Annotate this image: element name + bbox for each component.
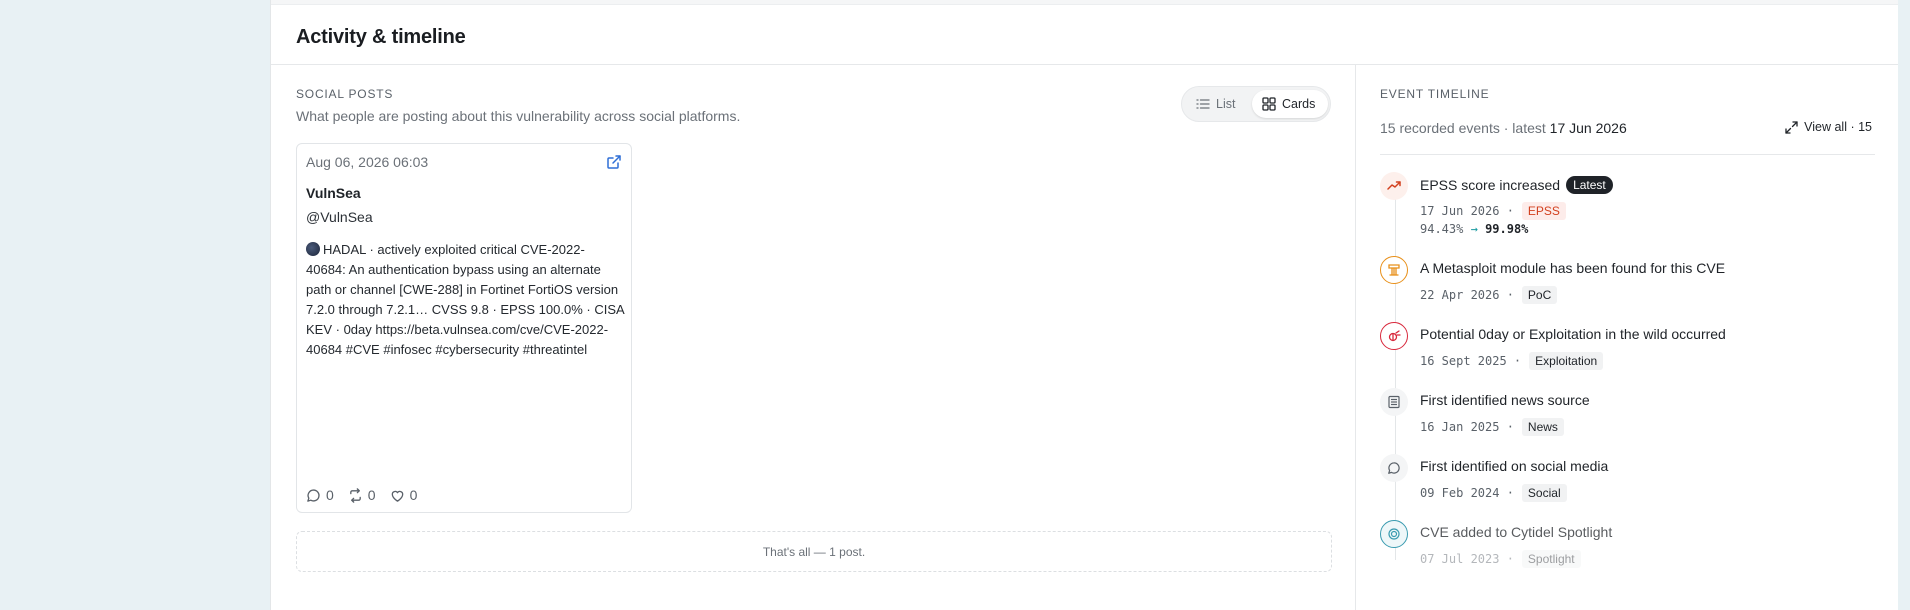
- like-count: 0: [409, 487, 418, 503]
- event-tag: PoC: [1521, 286, 1558, 304]
- post-actions: 0 0 0: [306, 487, 417, 503]
- list-view-label: List: [1216, 97, 1236, 111]
- event-tag: Social: [1521, 484, 1567, 502]
- post-body: HADAL · actively exploited critical CVE-…: [306, 240, 624, 360]
- post-date: Aug 06, 2026 06:03: [306, 154, 429, 170]
- event-meta: 09 Feb 2024 · Social: [1420, 484, 1567, 502]
- event-title: A Metasploit module has been found for t…: [1420, 260, 1726, 276]
- view-all-label: View all · 15: [1804, 120, 1872, 134]
- chat-bubble-icon: [1380, 454, 1408, 482]
- event-tag: News: [1521, 418, 1564, 436]
- external-link-icon[interactable]: [606, 154, 622, 170]
- social-posts-label: SOCIAL POSTS: [296, 87, 394, 101]
- section-title: Activity & timeline: [296, 26, 466, 48]
- event-title: CVE added to Cytidel Spotlight: [1420, 524, 1613, 540]
- epss-change: 94.43% → 99.98%: [1420, 222, 1528, 236]
- event-title: EPSS score increased Latest: [1420, 176, 1613, 194]
- event-meta: 16 Jan 2025 · News: [1420, 418, 1564, 436]
- view-toggle: List Cards: [1181, 86, 1331, 122]
- spotlight-icon: [1380, 520, 1408, 548]
- event-date: 16 Sept 2025 ·: [1420, 354, 1522, 368]
- repost-count: 0: [367, 487, 376, 503]
- timeline-divider: [1380, 154, 1875, 155]
- bug-icon: [1380, 322, 1408, 350]
- latest-event-date: 17 Jun 2026: [1549, 120, 1627, 136]
- activity-panel: Activity & timeline SOCIAL POSTS What pe…: [270, 0, 1899, 610]
- comment-icon: [307, 488, 320, 502]
- heart-icon: [391, 490, 403, 502]
- event-date: 17 Jun 2026 ·: [1420, 204, 1514, 218]
- cards-view-label: Cards: [1282, 97, 1316, 111]
- column-divider: [1355, 65, 1356, 610]
- epss-from: 94.43%: [1420, 222, 1464, 236]
- arrow-icon: →: [1470, 222, 1478, 236]
- repost-button[interactable]: 0: [348, 487, 376, 503]
- page-background: [0, 0, 270, 610]
- list-icon: [1196, 99, 1210, 109]
- event-date: 16 Jan 2025 ·: [1420, 420, 1514, 434]
- event-timeline-label: EVENT TIMELINE: [1380, 87, 1490, 101]
- like-button[interactable]: 0: [390, 487, 418, 503]
- view-all-button[interactable]: View all · 15: [1785, 120, 1872, 134]
- trend-up-icon: [1380, 172, 1408, 200]
- event-tag: EPSS: [1521, 202, 1566, 220]
- event-meta: 16 Sept 2025 · Exploitation: [1420, 352, 1604, 370]
- reply-button[interactable]: 0: [306, 487, 334, 503]
- post-text: HADAL · actively exploited critical CVE-…: [306, 242, 624, 357]
- event-meta: 17 Jun 2026 · EPSS: [1420, 202, 1566, 220]
- event-date: 07 Jul 2023 ·: [1420, 552, 1514, 566]
- globe-icon: [306, 242, 320, 256]
- expand-icon: [1785, 120, 1798, 134]
- event-title: First identified news source: [1420, 392, 1590, 408]
- event-date: 09 Feb 2024 ·: [1420, 486, 1514, 500]
- cards-view-button[interactable]: Cards: [1252, 90, 1328, 118]
- newspaper-icon: [1380, 388, 1408, 416]
- event-date: 22 Apr 2026 ·: [1420, 288, 1514, 302]
- event-title: Potential 0day or Exploitation in the wi…: [1420, 326, 1726, 342]
- epss-to: 99.98%: [1485, 222, 1529, 236]
- section-header: Activity & timeline: [271, 4, 1898, 65]
- event-tag: Spotlight: [1521, 550, 1581, 568]
- reply-count: 0: [326, 487, 334, 503]
- end-of-list-note: That's all — 1 post.: [296, 531, 1332, 572]
- timeline-rail: [1395, 190, 1396, 560]
- event-meta: 07 Jul 2023 · Spotlight: [1420, 550, 1581, 568]
- event-title: First identified on social media: [1420, 458, 1609, 474]
- event-title-text: EPSS score increased: [1420, 177, 1561, 193]
- event-tag: Exploitation: [1529, 352, 1604, 370]
- timeline-summary-text: 15 recorded events · latest: [1380, 120, 1546, 136]
- latest-badge: Latest: [1566, 176, 1613, 194]
- grid-icon: [1262, 97, 1276, 111]
- social-post-card: Aug 06, 2026 06:03 VulnSea @VulnSea HADA…: [296, 143, 632, 513]
- post-author[interactable]: VulnSea: [306, 185, 361, 201]
- event-meta: 22 Apr 2026 · PoC: [1420, 286, 1558, 304]
- list-view-button[interactable]: List: [1186, 90, 1250, 118]
- timeline-summary: 15 recorded events · latest 17 Jun 2026: [1380, 120, 1627, 136]
- social-posts-description: What people are posting about this vulne…: [296, 108, 741, 124]
- post-handle[interactable]: @VulnSea: [306, 209, 373, 225]
- repost-icon: [349, 487, 361, 503]
- page-background-right: [1898, 0, 1910, 610]
- metasploit-icon: [1380, 256, 1408, 284]
